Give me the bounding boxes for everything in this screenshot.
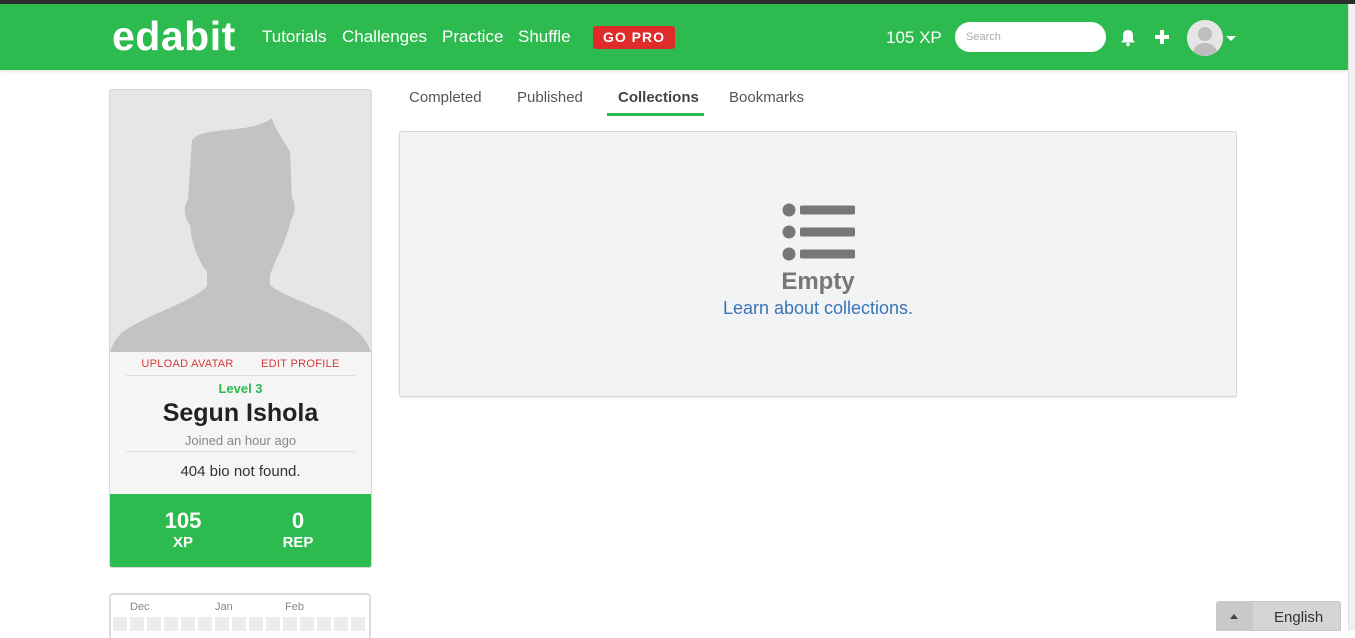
stat-rep-label: REP	[282, 534, 314, 551]
stat-xp-value: 105	[164, 508, 202, 533]
stats-bar: 105 XP 0 REP	[110, 494, 371, 567]
tab-completed[interactable]: Completed	[409, 89, 482, 106]
bio-text: 404 bio not found.	[180, 463, 301, 480]
logo[interactable]: edabit	[112, 13, 236, 60]
nav-shuffle[interactable]: Shuffle	[518, 27, 571, 47]
edit-profile-link[interactable]: EDIT PROFILE	[261, 358, 340, 370]
search-input[interactable]	[955, 22, 1106, 52]
profile-photo	[110, 90, 371, 352]
avatar-silhouette-icon	[1187, 20, 1223, 56]
nav-practice[interactable]: Practice	[442, 27, 503, 47]
profile-actions: UPLOAD AVATAR EDIT PROFILE	[110, 358, 371, 370]
divider	[126, 451, 355, 452]
calendar-month: Jan	[215, 601, 233, 613]
empty-title: Empty	[781, 268, 855, 295]
username: Segun Ishola	[162, 399, 319, 427]
divider	[126, 375, 355, 376]
list-icon	[782, 203, 855, 261]
language-toggle[interactable]	[1217, 602, 1253, 631]
active-tab-indicator	[607, 113, 704, 116]
stat-xp-label: XP	[172, 534, 193, 551]
navbar: edabit Tutorials Challenges Practice Shu…	[0, 4, 1348, 70]
bell-icon[interactable]	[1119, 28, 1137, 48]
upload-avatar-link[interactable]: UPLOAD AVATAR	[141, 358, 233, 370]
plus-icon[interactable]	[1152, 27, 1172, 47]
user-avatar[interactable]	[1187, 20, 1223, 56]
level-label: Level 3	[218, 381, 263, 396]
nav-challenges[interactable]: Challenges	[342, 27, 427, 47]
learn-collections-link[interactable]: Learn about collections.	[400, 298, 1236, 319]
calendar-month: Feb	[285, 601, 304, 613]
stat-rep: 0 REP	[253, 509, 343, 553]
xp-counter: 105 XP	[886, 28, 942, 47]
stat-rep-value: 0	[291, 508, 305, 533]
tab-bookmarks[interactable]: Bookmarks	[729, 89, 804, 106]
profile-card: UPLOAD AVATAR EDIT PROFILE Level 3 Segun…	[109, 89, 372, 568]
tab-collections[interactable]: Collections	[618, 89, 699, 106]
calendar-month: Dec	[130, 601, 150, 613]
joined-text: Joined an hour ago	[184, 433, 297, 448]
activity-calendar: Dec Jan Feb	[109, 593, 371, 638]
chevron-down-icon[interactable]	[1226, 36, 1236, 41]
chevron-up-icon	[1230, 614, 1238, 619]
nav-tutorials[interactable]: Tutorials	[262, 27, 327, 47]
collections-panel: Empty Learn about collections.	[399, 131, 1237, 397]
avatar-silhouette-icon	[110, 90, 371, 352]
scrollbar[interactable]	[1348, 4, 1355, 631]
stat-xp: 105 XP	[138, 509, 228, 553]
calendar-grid	[113, 617, 365, 631]
go-pro-button[interactable]: GO PRO	[593, 26, 675, 49]
tab-published[interactable]: Published	[517, 89, 583, 106]
language-selector[interactable]: English	[1216, 601, 1341, 631]
language-label: English	[1274, 609, 1324, 626]
